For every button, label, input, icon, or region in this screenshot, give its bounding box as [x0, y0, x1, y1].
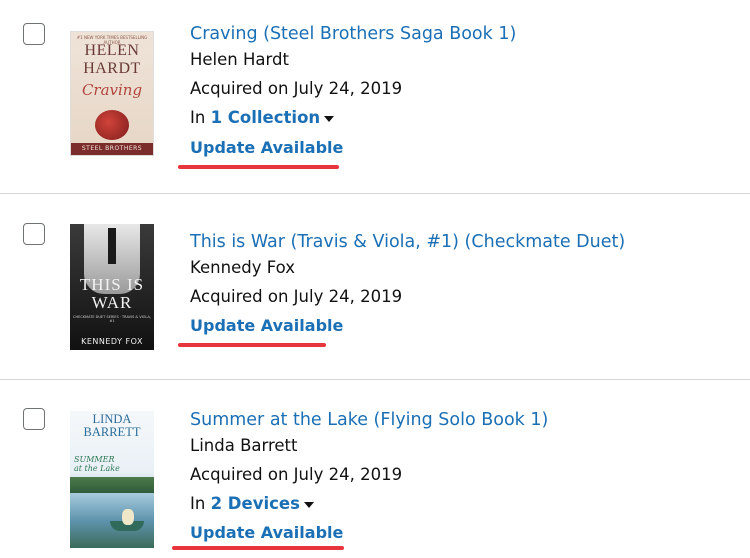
- cover-author: KENNEDY FOX: [81, 337, 143, 346]
- book-author: Kennedy Fox: [190, 258, 295, 277]
- book-title-link[interactable]: This is War (Travis & Viola, #1) (Checkm…: [190, 231, 625, 253]
- cover-title: THIS IS WAR: [79, 275, 145, 312]
- devices-row: In 2 Devices: [190, 493, 314, 515]
- library-item: [0, 0, 750, 1]
- cover-title: Craving: [81, 81, 143, 99]
- row-divider: [0, 193, 750, 194]
- book-cover[interactable]: LINDA BARRETT SUMMER at the Lake: [70, 411, 154, 548]
- book-title-link[interactable]: Craving (Steel Brothers Saga Book 1): [190, 23, 516, 45]
- cover-series: CHECKMATE DUET SERIES · TRAVIS & VIOLA, …: [73, 315, 151, 323]
- highlight-underline: [172, 546, 344, 550]
- library-item: #1 NEW YORK TIMES BESTSELLING AUTHOR HEL…: [0, 0, 750, 193]
- select-checkbox[interactable]: [23, 23, 45, 45]
- update-available-link[interactable]: Update Available: [190, 137, 343, 159]
- acquired-date: Acquired on July 24, 2019: [190, 287, 403, 306]
- highlight-underline: [178, 343, 326, 347]
- cover-trees: [70, 477, 154, 493]
- highlight-underline: [178, 165, 339, 169]
- select-checkbox[interactable]: [23, 223, 45, 245]
- update-available-link[interactable]: Update Available: [190, 522, 343, 544]
- cover-tie: [108, 228, 116, 264]
- rose-image: [95, 110, 129, 140]
- book-cover[interactable]: #1 NEW YORK TIMES BESTSELLING AUTHOR HEL…: [70, 31, 154, 156]
- acquired-date: Acquired on July 24, 2019: [190, 79, 403, 98]
- cover-series: STEEL BROTHERS: [71, 143, 153, 155]
- row-divider: [0, 379, 750, 380]
- in-label: In: [190, 108, 206, 127]
- in-label: In: [190, 494, 206, 513]
- book-author: Helen Hardt: [190, 50, 289, 69]
- select-checkbox[interactable]: [23, 408, 45, 430]
- collection-dropdown[interactable]: 1 Collection: [211, 108, 335, 127]
- cover-author: HELEN HARDT: [83, 42, 141, 77]
- cover-person: [122, 509, 134, 525]
- collections-row: In 1 Collection: [190, 107, 335, 129]
- cover-title: SUMMER at the Lake: [74, 455, 120, 473]
- caret-down-icon: [324, 115, 335, 122]
- book-title-link[interactable]: Summer at the Lake (Flying Solo Book 1): [190, 409, 548, 431]
- caret-down-icon: [303, 501, 314, 508]
- book-cover[interactable]: THIS IS WAR CHECKMATE DUET SERIES · TRAV…: [70, 224, 154, 350]
- acquired-date: Acquired on July 24, 2019: [190, 465, 403, 484]
- book-author: Linda Barrett: [190, 436, 298, 455]
- cover-author: LINDA BARRETT: [83, 412, 141, 439]
- update-available-link[interactable]: Update Available: [190, 315, 343, 337]
- devices-dropdown[interactable]: 2 Devices: [211, 494, 314, 513]
